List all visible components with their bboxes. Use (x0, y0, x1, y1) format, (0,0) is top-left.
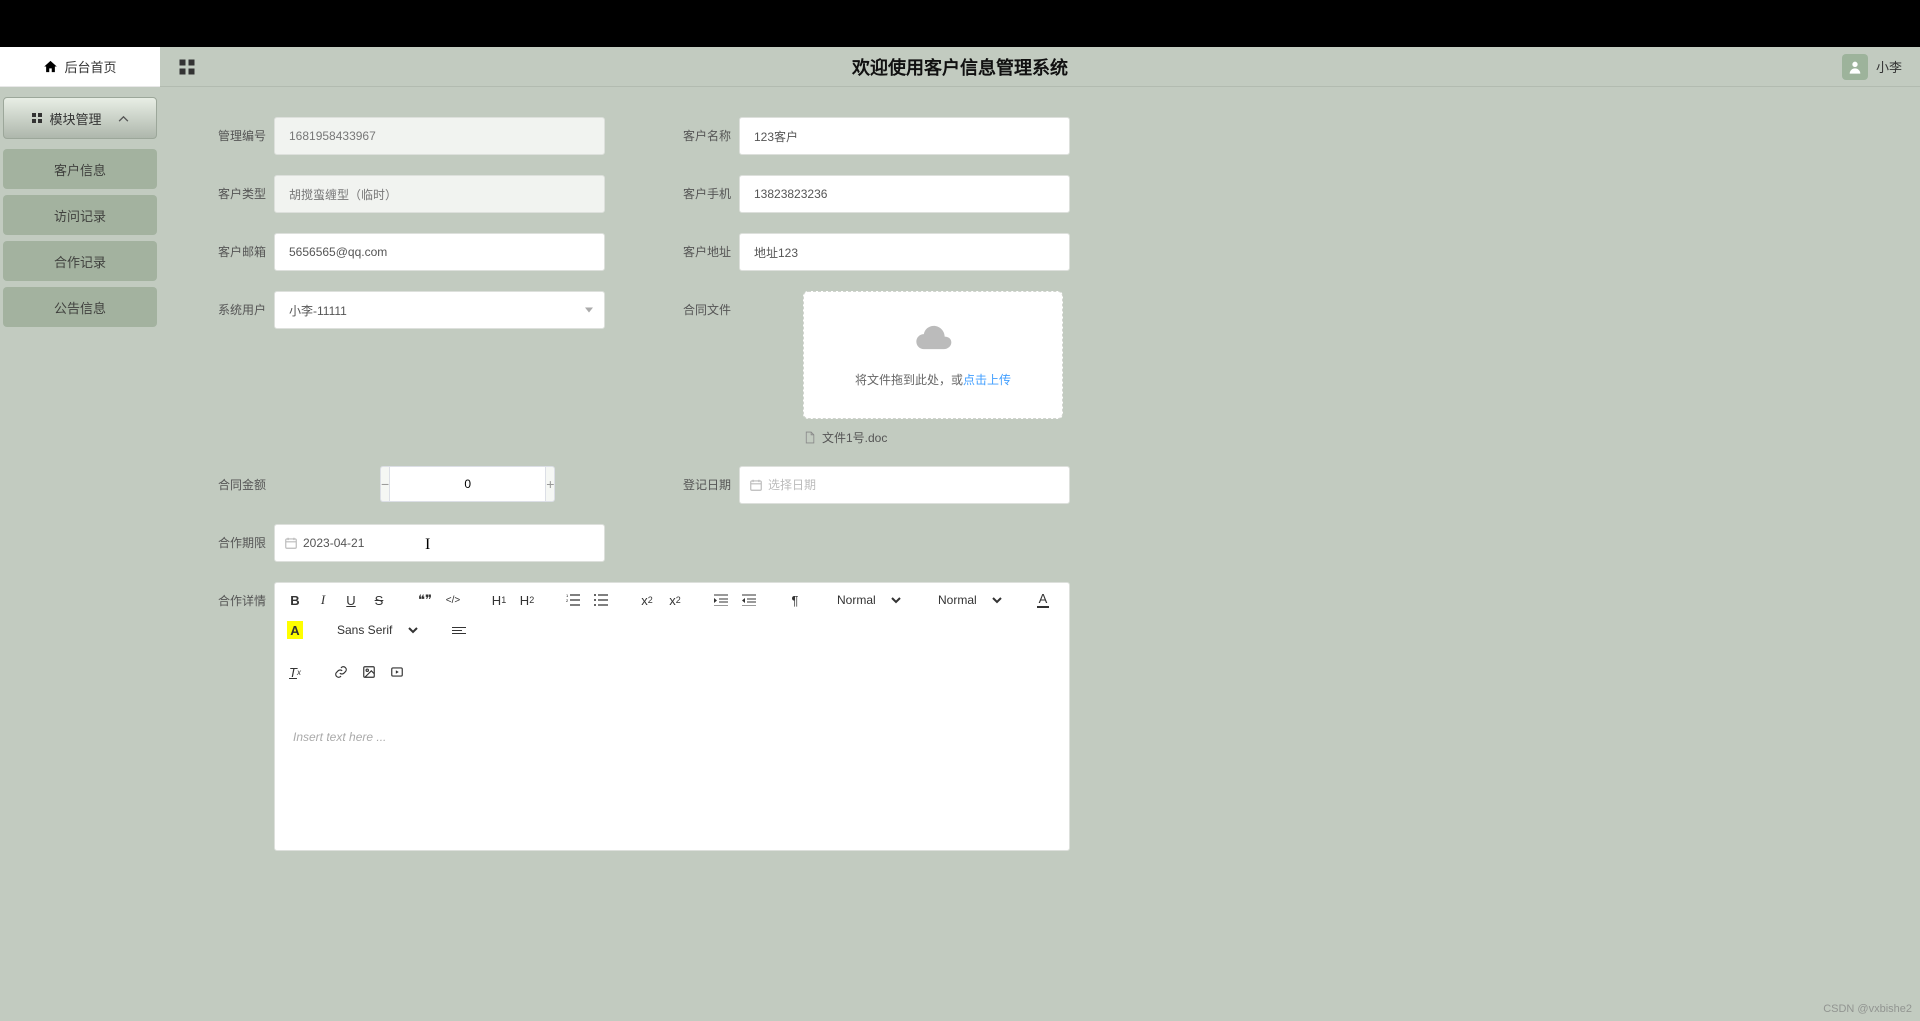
label-register-date: 登记日期 (665, 466, 731, 493)
label-manage-id: 管理编号 (200, 117, 266, 144)
toolbar-list-bullet[interactable] (593, 591, 609, 609)
grid-icon (31, 112, 43, 124)
input-customer-email[interactable] (274, 233, 605, 271)
toolbar-font-select[interactable]: Sans Serif (333, 622, 421, 638)
content-area: 管理编号 客户名称 客户类型 客户手机 客户邮箱 (160, 87, 1920, 1021)
label-contract-amount: 合同金额 (200, 466, 266, 493)
toolbar-indent-decrease[interactable] (713, 591, 729, 609)
toolbar-image[interactable] (361, 663, 377, 681)
label-customer-address: 客户地址 (665, 233, 731, 260)
toolbar-h1[interactable]: H1 (491, 591, 507, 609)
sidebar-home[interactable]: 后台首页 (0, 47, 160, 87)
input-register-date[interactable] (739, 466, 1070, 504)
upload-hint: 将文件拖到此处，或点击上传 (855, 371, 1011, 388)
toolbar-size-select[interactable]: Normal (833, 592, 904, 608)
label-coop-detail: 合作详情 (200, 582, 266, 609)
menu-group-header[interactable]: 模块管理 (3, 97, 157, 139)
select-system-user[interactable] (274, 291, 605, 329)
label-contract-file: 合同文件 (665, 291, 731, 318)
label-system-user: 系统用户 (200, 291, 266, 318)
label-customer-name: 客户名称 (665, 117, 731, 144)
input-customer-name[interactable] (739, 117, 1070, 155)
editor-body[interactable]: Insert text here ... (275, 690, 1069, 850)
input-customer-phone[interactable] (739, 175, 1070, 213)
svg-text:2: 2 (566, 598, 569, 603)
toolbar-underline[interactable]: U (343, 591, 359, 609)
label-customer-type: 客户类型 (200, 175, 266, 202)
toolbar-indent-increase[interactable] (741, 591, 757, 609)
file-icon (803, 431, 816, 444)
uploaded-file[interactable]: 文件1号.doc (803, 429, 1070, 446)
header: 欢迎使用客户信息管理系统 小李 (160, 47, 1920, 87)
decrement-button[interactable]: − (380, 466, 389, 502)
upload-click-link[interactable]: 点击上传 (963, 373, 1011, 387)
toolbar-strike[interactable]: S (371, 591, 387, 609)
number-stepper: − + (380, 466, 508, 502)
upload-box[interactable]: 将文件拖到此处，或点击上传 (803, 291, 1063, 419)
user-icon (1847, 59, 1863, 75)
menu-group-label: 模块管理 (49, 109, 101, 128)
toolbar-clear-format[interactable]: Tx (287, 663, 303, 681)
toolbar-italic[interactable]: I (315, 591, 331, 609)
toolbar-direction[interactable]: ¶ (787, 591, 803, 609)
home-icon (43, 59, 58, 74)
toolbar-h2[interactable]: H2 (519, 591, 535, 609)
toolbar-subscript[interactable]: x2 (639, 591, 655, 609)
input-manage-id[interactable] (274, 117, 605, 155)
top-black-bar (0, 0, 1920, 47)
sidebar-item-notice[interactable]: 公告信息 (3, 287, 157, 327)
editor-toolbar: B I U S ❝❞ </> H1 H2 (275, 583, 1069, 690)
toolbar-code[interactable]: </> (445, 591, 461, 609)
sidebar-item-visits[interactable]: 访问记录 (3, 195, 157, 235)
menu-toggle-icon[interactable] (178, 58, 196, 76)
input-contract-amount[interactable] (389, 466, 546, 502)
label-coop-deadline: 合作期限 (200, 524, 266, 551)
avatar (1842, 54, 1868, 80)
sidebar-item-customer[interactable]: 客户信息 (3, 149, 157, 189)
rich-text-editor: B I U S ❝❞ </> H1 H2 (274, 582, 1070, 851)
toolbar-quote[interactable]: ❝❞ (417, 591, 433, 609)
toolbar-link[interactable] (333, 663, 349, 681)
toolbar-bg-color[interactable]: A (287, 621, 303, 639)
toolbar-header-select[interactable]: Normal (934, 592, 1005, 608)
toolbar-text-color[interactable]: A (1035, 591, 1051, 609)
main: 欢迎使用客户信息管理系统 小李 管理编号 客户名称 (160, 47, 1920, 1021)
toolbar-align[interactable] (451, 621, 467, 639)
label-customer-email: 客户邮箱 (200, 233, 266, 260)
sidebar-item-coop[interactable]: 合作记录 (3, 241, 157, 281)
user-name: 小李 (1876, 57, 1902, 76)
toolbar-bold[interactable]: B (287, 591, 303, 609)
toolbar-video[interactable] (389, 663, 405, 681)
header-user[interactable]: 小李 (1842, 54, 1902, 80)
sidebar-home-label: 后台首页 (64, 57, 116, 76)
input-customer-address[interactable] (739, 233, 1070, 271)
page-title: 欢迎使用客户信息管理系统 (852, 54, 1068, 80)
sidebar: 后台首页 模块管理 客户信息 访问记录 合作记录 公告信息 (0, 47, 160, 1021)
chevron-up-icon (118, 115, 129, 122)
toolbar-list-ordered[interactable]: 12 (565, 591, 581, 609)
input-customer-type[interactable] (274, 175, 605, 213)
increment-button[interactable]: + (546, 466, 555, 502)
input-coop-deadline[interactable] (274, 524, 605, 562)
toolbar-superscript[interactable]: x2 (667, 591, 683, 609)
upload-cloud-icon (913, 323, 953, 357)
label-customer-phone: 客户手机 (665, 175, 731, 202)
